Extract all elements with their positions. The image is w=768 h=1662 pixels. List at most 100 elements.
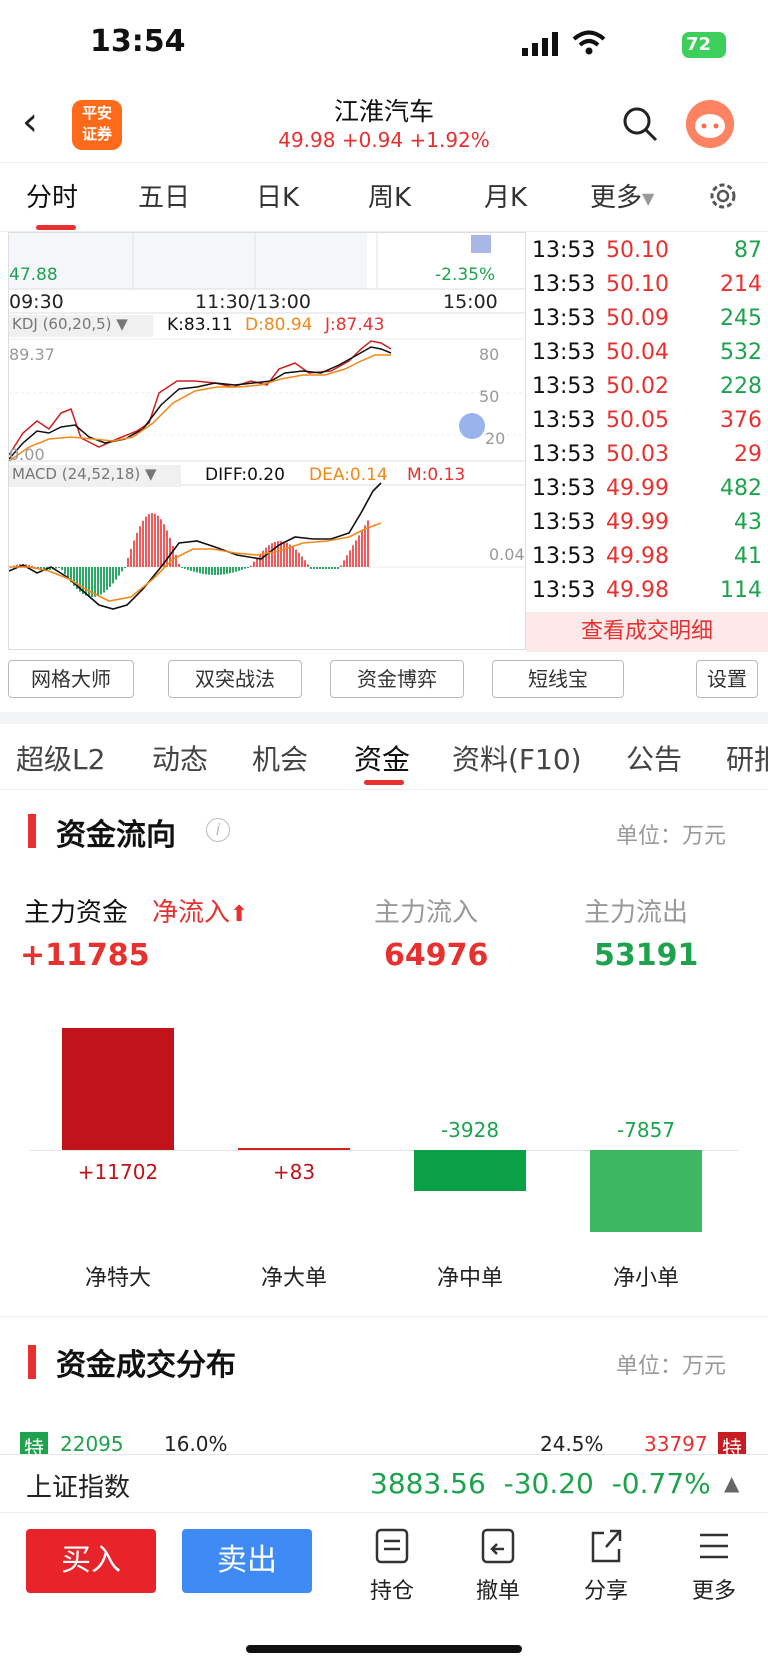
sell-button[interactable]: 卖出 — [182, 1529, 312, 1593]
tab-announcements[interactable]: 公告 — [626, 738, 682, 778]
macd-bar — [235, 567, 237, 572]
main-outflow-value: 53191 — [594, 938, 699, 973]
view-trade-detail-button[interactable]: 查看成交明细 — [526, 612, 768, 652]
flow-bar — [62, 1028, 174, 1150]
back-icon[interactable]: ‹ — [22, 102, 52, 142]
status-time: 13:54 — [90, 24, 186, 59]
tick-time: 13:53 — [532, 238, 596, 263]
macd-bar — [58, 567, 60, 568]
info-tabs: 超级L2 动态 机会 资金 资料(F10) 公告 研报 — [0, 724, 768, 790]
gear-icon[interactable] — [706, 179, 740, 213]
tick-volume: 482 — [720, 476, 762, 501]
net-inflow-text: 净流入 — [152, 898, 231, 928]
macd-bar — [217, 567, 219, 575]
distribution-unit: 单位：万元 — [616, 1354, 727, 1379]
more-button[interactable]: 更多 — [674, 1527, 754, 1605]
tick-list[interactable]: 13:53 50.10 87 13:53 50.10 214 13:53 50.09 245 13… — [526, 232, 768, 650]
tab-more[interactable]: 更多▼ — [590, 177, 654, 214]
tick-time: 13:53 — [532, 272, 596, 297]
tick-price: 49.99 — [606, 510, 669, 535]
macd-bar — [322, 567, 324, 569]
search-icon[interactable] — [620, 104, 660, 144]
price-low-label: 47.88 — [9, 265, 58, 285]
fund-game-button[interactable]: 资金博弈 — [330, 660, 464, 698]
macd-dea-line — [9, 522, 382, 602]
assistant-avatar-icon[interactable] — [686, 100, 734, 148]
kdj-k-value: K:83.11 — [167, 315, 233, 335]
broker-logo[interactable]: 平安 证券 — [72, 100, 122, 150]
caret-up-icon[interactable]: ▲ — [724, 1471, 739, 1495]
tick-row: 13:53 49.99 43 — [532, 506, 762, 540]
macd-bar — [253, 561, 255, 567]
tick-volume: 228 — [720, 374, 762, 399]
tab-super-l2[interactable]: 超级L2 — [16, 738, 105, 778]
price-marker — [471, 235, 491, 253]
kdj-50-label: 50 — [479, 387, 500, 406]
tab-profile-f10[interactable]: 资料(F10) — [452, 738, 582, 778]
macd-param-select[interactable]: MACD (24,52,18) ▼ — [9, 465, 181, 487]
macd-bar — [334, 567, 336, 569]
active-tab-indicator — [364, 780, 404, 785]
macd-bar — [328, 567, 330, 569]
flow-bar — [414, 1150, 526, 1191]
short-term-button[interactable]: 短线宝 — [492, 660, 624, 698]
tab-weekly-k[interactable]: 周K — [368, 177, 411, 214]
cancel-order-button[interactable]: 撤单 — [458, 1527, 538, 1605]
dual-breakout-button[interactable]: 双突战法 — [168, 660, 302, 698]
macd-bar — [178, 563, 180, 567]
tab-opportunity[interactable]: 机会 — [252, 738, 308, 778]
battery-icon: 72 — [682, 32, 726, 58]
net-inflow-label: 净流入⬆ — [152, 892, 248, 929]
tick-price: 50.05 — [606, 408, 669, 433]
kdj-param-select[interactable]: KDJ (60,20,5) ▼ — [9, 315, 153, 337]
tab-daily-k[interactable]: 日K — [256, 177, 299, 214]
right-pct: 24.5% — [540, 1432, 604, 1454]
tick-volume: 245 — [720, 306, 762, 331]
tick-row: 13:53 49.99 482 — [532, 472, 762, 506]
macd-bar — [361, 530, 363, 567]
tab-intraday[interactable]: 分时 — [26, 177, 78, 214]
more-label: 更多 — [691, 1579, 736, 1604]
grid-master-button[interactable]: 网格大师 — [8, 660, 134, 698]
flow-bar-value: -7857 — [616, 1118, 676, 1142]
macd-bar — [310, 567, 312, 569]
share-button[interactable]: 分享 — [566, 1527, 646, 1605]
index-change: -30.20 — [503, 1467, 594, 1500]
flow-bar — [590, 1150, 702, 1232]
right-value: 33797 — [644, 1432, 708, 1454]
tab-five-day[interactable]: 五日 — [138, 177, 190, 214]
macd-bar — [232, 567, 234, 573]
tick-row: 13:53 50.10 87 — [532, 234, 762, 268]
pct-low-label: -2.35% — [435, 265, 496, 285]
flow-bar-value: +11702 — [77, 1160, 159, 1184]
tab-monthly-k[interactable]: 月K — [484, 177, 527, 214]
index-ticker-bar[interactable]: 上证指数 3883.56 -30.20 -0.77% ▲ — [0, 1454, 768, 1512]
tick-price: 50.10 — [606, 272, 669, 297]
tab-funds[interactable]: 资金 — [354, 738, 410, 778]
macd-bar — [193, 567, 195, 572]
settings-button[interactable]: 设置 — [696, 660, 758, 698]
macd-bar — [148, 514, 150, 567]
macd-bar — [352, 545, 354, 567]
macd-bar — [355, 540, 357, 567]
intraday-chart[interactable]: 47.88 -2.35% 09:30 11:30/13:00 15:00 KDJ… — [8, 232, 526, 650]
kdj-80-label: 80 — [479, 345, 500, 364]
main-inflow-value: 64976 — [384, 938, 489, 973]
main-outflow-label: 主力流出 — [584, 898, 689, 928]
tab-news[interactable]: 动态 — [152, 738, 208, 778]
macd-bar — [190, 567, 192, 571]
info-icon[interactable]: i — [206, 818, 230, 842]
time-mid-label: 11:30/13:00 — [195, 291, 311, 313]
macd-bar — [259, 554, 261, 567]
macd-bar — [154, 513, 156, 567]
net-inflow-value: +11785 — [20, 938, 150, 973]
left-pct: 16.0% — [164, 1432, 228, 1454]
tick-volume: 87 — [734, 238, 762, 263]
kdj-d-line — [9, 354, 391, 462]
tab-research[interactable]: 研报 — [726, 738, 768, 778]
macd-bar — [349, 550, 351, 567]
macd-bar — [166, 530, 168, 567]
holdings-button[interactable]: 持仓 — [352, 1527, 432, 1605]
macd-bar — [241, 567, 243, 570]
buy-button[interactable]: 买入 — [26, 1529, 156, 1593]
